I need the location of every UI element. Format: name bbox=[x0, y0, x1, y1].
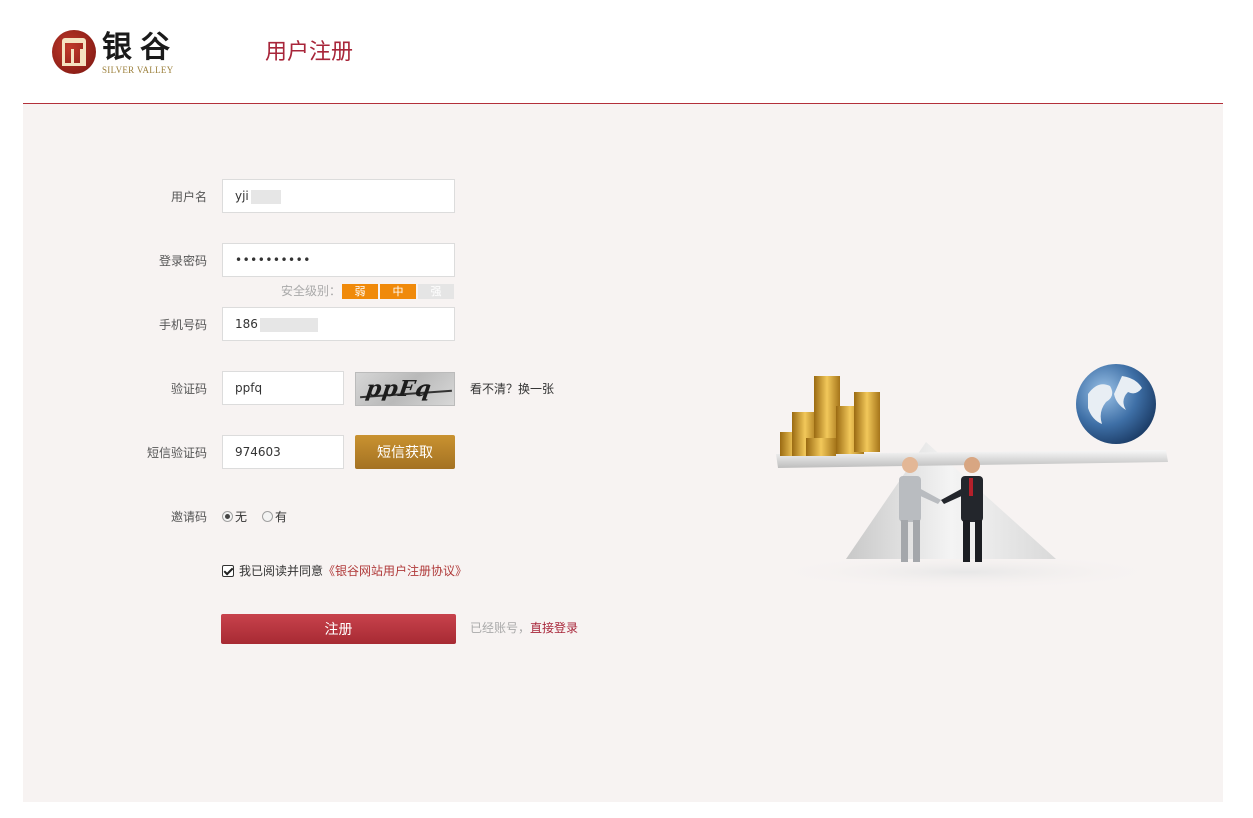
registration-panel: 用户名 yji 登录密码 •••••••••• 安全级别： 弱 中 强 手机号码… bbox=[23, 104, 1223, 802]
captcha-label: 验证码 bbox=[170, 382, 207, 396]
logo-text-cn: 银谷 bbox=[102, 30, 178, 65]
invite-none-label: 无 bbox=[235, 510, 248, 524]
phone-label: 手机号码 bbox=[158, 318, 207, 332]
phone-value: 186 bbox=[235, 317, 258, 331]
logo-emblem-icon bbox=[52, 30, 96, 74]
username-label: 用户名 bbox=[170, 190, 207, 204]
agreement-text: 我已阅读并同意《银谷网站用户注册协议》 bbox=[239, 564, 468, 578]
redacted-mask bbox=[250, 189, 281, 204]
password-input[interactable]: •••••••••• bbox=[222, 243, 455, 277]
captcha-input[interactable]: ppfq bbox=[222, 371, 344, 405]
invite-yes-radio[interactable] bbox=[262, 511, 273, 522]
sms-code-label: 短信验证码 bbox=[146, 446, 207, 460]
agreement-link[interactable]: 《银谷网站用户注册协议》 bbox=[323, 564, 467, 578]
password-value: •••••••••• bbox=[235, 253, 311, 267]
gold-coins-icon bbox=[780, 376, 880, 456]
strength-weak: 弱 bbox=[342, 284, 378, 299]
silver-valley-logo[interactable]: 银谷 SILVER VALLEY bbox=[52, 30, 192, 76]
strength-strong: 强 bbox=[418, 284, 454, 299]
login-hint: 已经账号，直接登录 bbox=[470, 621, 579, 635]
page-title: 用户注册 bbox=[265, 40, 354, 65]
login-link[interactable]: 直接登录 bbox=[530, 621, 578, 635]
invite-code-label: 邀请码 bbox=[170, 510, 207, 524]
captcha-image-text: ppFq bbox=[364, 376, 434, 402]
balance-handshake-illustration bbox=[766, 364, 1168, 590]
strength-segments: 弱 中 强 bbox=[342, 284, 456, 299]
strength-label: 安全级别： bbox=[281, 284, 342, 298]
captcha-refresh-link[interactable]: 看不清？换一张 bbox=[470, 381, 554, 397]
strength-medium: 中 bbox=[380, 284, 416, 299]
page-header: 银谷 SILVER VALLEY 用户注册 bbox=[0, 0, 1253, 104]
sms-code-input[interactable]: 974603 bbox=[222, 435, 344, 469]
agreement-checkbox[interactable] bbox=[222, 565, 234, 577]
redacted-mask bbox=[259, 317, 318, 332]
logo-text-en: SILVER VALLEY bbox=[102, 65, 174, 75]
invite-yes-label: 有 bbox=[275, 510, 288, 524]
sms-code-value: 974603 bbox=[235, 445, 281, 459]
username-value: yji bbox=[235, 189, 249, 203]
captcha-value: ppfq bbox=[235, 381, 263, 395]
captcha-image[interactable]: ppFq bbox=[355, 372, 455, 406]
globe-icon bbox=[1076, 364, 1156, 444]
invite-none-radio[interactable] bbox=[222, 511, 233, 522]
password-label: 登录密码 bbox=[158, 254, 207, 268]
get-sms-code-button[interactable]: 短信获取 bbox=[355, 435, 455, 469]
phone-input[interactable]: 186 bbox=[222, 307, 455, 341]
username-input[interactable]: yji bbox=[222, 179, 455, 213]
register-button[interactable]: 注册 bbox=[221, 614, 456, 644]
